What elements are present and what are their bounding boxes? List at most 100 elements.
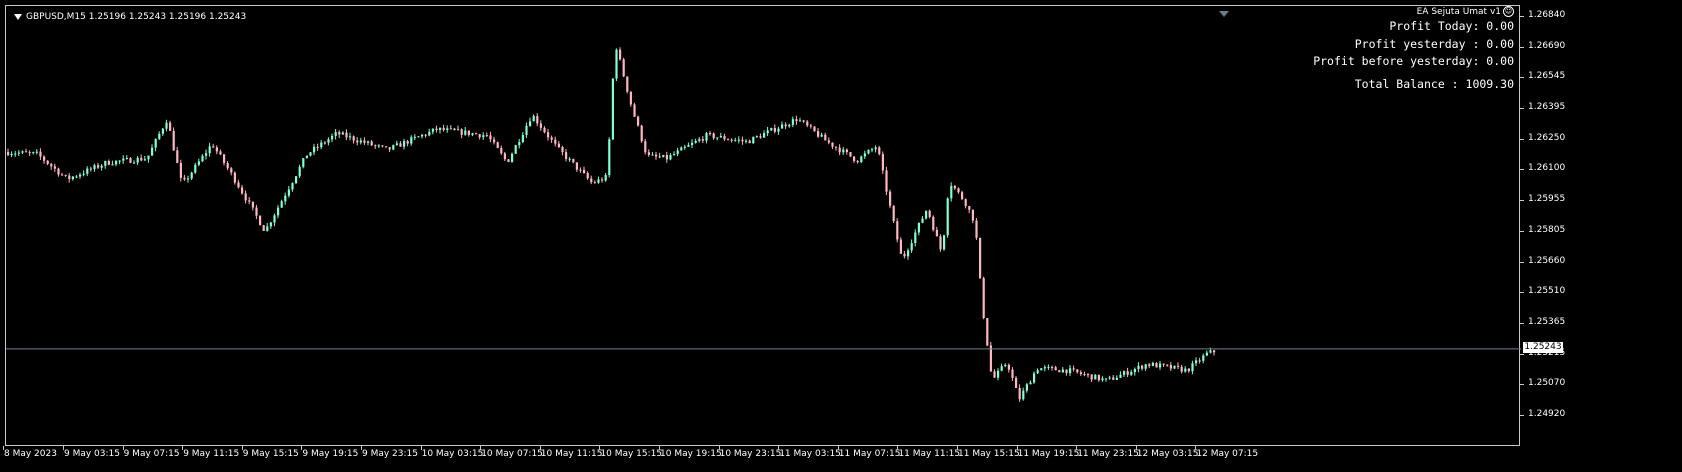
bear-candle xyxy=(655,154,658,157)
bull-candle xyxy=(14,153,17,155)
bull-candle xyxy=(269,222,272,227)
dropdown-triangle-icon[interactable] xyxy=(14,14,22,20)
price-tick-label: 1.26690 xyxy=(1528,40,1566,51)
bear-candle xyxy=(1187,368,1190,372)
bull-candle xyxy=(320,142,323,148)
price-tick-label: 1.25510 xyxy=(1528,286,1566,297)
symbol-header[interactable]: GBPUSD,M15 1.25196 1.25243 1.25196 1.252… xyxy=(14,12,246,22)
bull-candle xyxy=(1130,372,1133,375)
time-tick-label: 10 May 11:15 xyxy=(540,449,603,459)
bull-candle xyxy=(21,151,24,153)
bear-candle xyxy=(406,141,409,144)
bear-candle xyxy=(543,127,546,133)
time-tick-mark xyxy=(1076,446,1078,450)
bull-candle xyxy=(1108,377,1111,379)
bull-candle xyxy=(86,168,89,174)
bull-candle xyxy=(943,235,946,250)
bear-candle xyxy=(496,142,499,149)
price-tick-mark xyxy=(1520,200,1524,202)
time-tick-mark xyxy=(361,446,362,450)
bull-candle xyxy=(147,155,150,160)
time-tick-label: 10 May 15:15 xyxy=(600,449,663,459)
price-axis[interactable]: 1.26840 1.26690 1.26545 1.26395 1.26250 1.261… xyxy=(1520,5,1682,446)
smiley-icon[interactable]: ☺ xyxy=(1503,6,1514,17)
bear-candle xyxy=(500,148,503,154)
bull-candle xyxy=(79,174,82,177)
bear-candle xyxy=(590,178,593,183)
bear-candle xyxy=(935,229,938,237)
bear-candle xyxy=(363,140,366,143)
bull-candle xyxy=(997,370,1000,378)
bear-candle xyxy=(316,146,319,148)
bull-candle xyxy=(71,176,74,180)
bear-candle xyxy=(1148,364,1151,366)
bull-candle xyxy=(439,127,442,131)
bear-candle xyxy=(554,139,557,144)
bear-candle xyxy=(644,141,647,153)
profit-before-yesterday: Profit before yesterday: 0.00 xyxy=(1313,54,1514,68)
bear-candle xyxy=(356,140,359,143)
bear-candle xyxy=(709,133,712,135)
bear-candle xyxy=(957,188,960,193)
bull-candle xyxy=(359,140,362,143)
bull-candle xyxy=(194,164,197,173)
bear-candle xyxy=(586,173,589,179)
chart-shift-marker-icon[interactable] xyxy=(1219,11,1229,17)
bear-candle xyxy=(323,142,326,144)
time-axis[interactable]: 8 May 2023 9 May 03:15 9 May 07:15 9 May 11… xyxy=(3,446,1520,472)
bull-candle xyxy=(1173,365,1176,369)
time-tick-label: 12 May 03:15 xyxy=(1136,449,1199,459)
bear-candle xyxy=(244,193,247,201)
bear-candle xyxy=(619,49,622,60)
bull-candle xyxy=(921,218,924,223)
bear-candle xyxy=(881,154,884,171)
bear-candle xyxy=(622,59,625,77)
bull-candle xyxy=(471,133,474,135)
bull-candle xyxy=(392,145,395,150)
bear-candle xyxy=(251,201,254,208)
bear-candle xyxy=(1162,363,1165,365)
total-balance: Total Balance : 1009.30 xyxy=(1354,77,1514,91)
bull-candle xyxy=(662,155,665,158)
time-tick-mark xyxy=(182,446,184,450)
bull-candle xyxy=(273,215,276,223)
bull-candle xyxy=(1137,365,1140,370)
chart-area[interactable]: GBPUSD,M15 1.25196 1.25243 1.25196 1.252… xyxy=(5,5,1521,446)
bear-candle xyxy=(493,139,496,143)
bull-candle xyxy=(17,152,20,154)
bear-candle xyxy=(1079,372,1082,375)
bull-candle xyxy=(716,137,719,139)
time-tick-mark xyxy=(63,446,64,450)
bull-candle xyxy=(136,157,139,163)
profit-yesterday: Profit yesterday : 0.00 xyxy=(1354,37,1514,51)
bull-candle xyxy=(377,145,380,147)
bull-candle xyxy=(125,158,128,160)
bull-candle xyxy=(917,222,920,233)
bear-candle xyxy=(485,135,488,137)
time-tick-mark xyxy=(778,446,780,450)
bear-candle xyxy=(179,162,182,178)
bear-candle xyxy=(993,371,996,378)
bull-candle xyxy=(118,160,121,162)
bull-candle xyxy=(611,78,614,140)
bear-candle xyxy=(892,205,895,222)
expert-advisor-label[interactable]: EA Sejuta Umat v1 ☺ xyxy=(1417,6,1514,17)
bear-candle xyxy=(1011,369,1014,378)
bull-candle xyxy=(349,136,352,138)
bear-candle xyxy=(248,200,251,202)
bull-candle xyxy=(925,210,928,219)
bull-candle xyxy=(752,136,755,144)
bear-candle xyxy=(453,128,456,131)
bull-candle xyxy=(737,139,740,141)
bull-candle xyxy=(1043,367,1046,369)
bull-candle xyxy=(280,201,283,208)
bear-candle xyxy=(435,128,438,131)
bull-candle xyxy=(100,165,103,168)
bull-candle xyxy=(302,158,305,167)
bull-candle xyxy=(341,132,344,135)
bear-candle xyxy=(424,134,427,136)
bull-candle xyxy=(1022,390,1025,400)
bear-candle xyxy=(233,172,236,183)
bear-candle xyxy=(896,221,899,240)
bear-candle xyxy=(802,120,805,122)
